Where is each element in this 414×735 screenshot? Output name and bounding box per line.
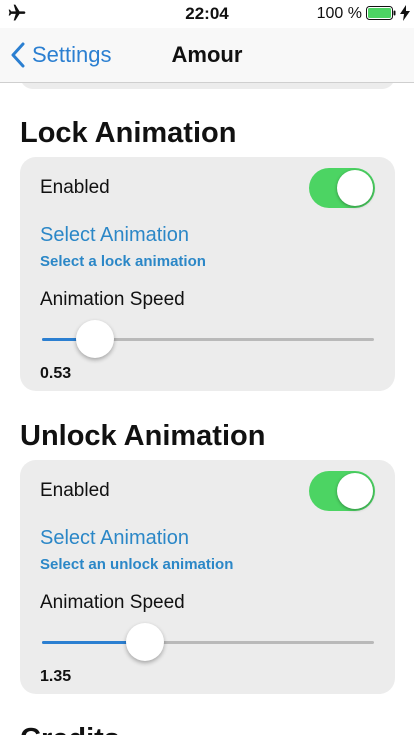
lock-enabled-label: Enabled	[40, 177, 110, 198]
unlock-animation-card: Enabled Select Animation Select an unloc…	[20, 460, 395, 694]
status-bar: 22:04 100 %	[0, 0, 414, 28]
previous-card	[20, 83, 395, 89]
settings-content[interactable]: Lock Animation Enabled Select Animation …	[0, 83, 414, 735]
unlock-enabled-label: Enabled	[40, 480, 110, 501]
charging-bolt-icon	[400, 5, 410, 21]
unlock-select-animation-subtitle: Select an unlock animation	[40, 556, 234, 573]
lock-animation-speed-label: Animation Speed	[40, 289, 185, 310]
chevron-left-icon	[11, 42, 25, 68]
unlock-animation-speed-value: 1.35	[40, 668, 72, 685]
unlock-animation-speed-label: Animation Speed	[40, 592, 185, 613]
battery-percent: 100 %	[316, 5, 362, 22]
unlock-animation-speed-slider[interactable]	[40, 622, 374, 662]
section-title-unlock-animation: Unlock Animation	[20, 420, 266, 452]
toggle-knob	[337, 170, 373, 206]
section-title-lock-animation: Lock Animation	[20, 117, 237, 149]
slider-thumb[interactable]	[76, 320, 115, 358]
unlock-select-animation-link[interactable]: Select Animation	[40, 527, 189, 550]
battery-icon	[366, 6, 396, 20]
lock-animation-speed-slider[interactable]	[40, 319, 374, 359]
toggle-knob	[337, 473, 373, 509]
lock-animation-speed-value: 0.53	[40, 365, 72, 382]
navigation-bar: Settings Amour	[0, 28, 414, 83]
lock-animation-card: Enabled Select Animation Select a lock a…	[20, 157, 395, 391]
slider-thumb[interactable]	[125, 623, 164, 661]
back-button-label: Settings	[32, 42, 112, 67]
back-button[interactable]: Settings	[10, 40, 112, 70]
lock-select-animation-link[interactable]: Select Animation	[40, 224, 189, 247]
unlock-enabled-toggle[interactable]	[309, 471, 375, 511]
lock-select-animation-subtitle: Select a lock animation	[40, 253, 206, 270]
lock-enabled-toggle[interactable]	[309, 168, 375, 208]
section-title-credits: Credits	[20, 723, 120, 735]
